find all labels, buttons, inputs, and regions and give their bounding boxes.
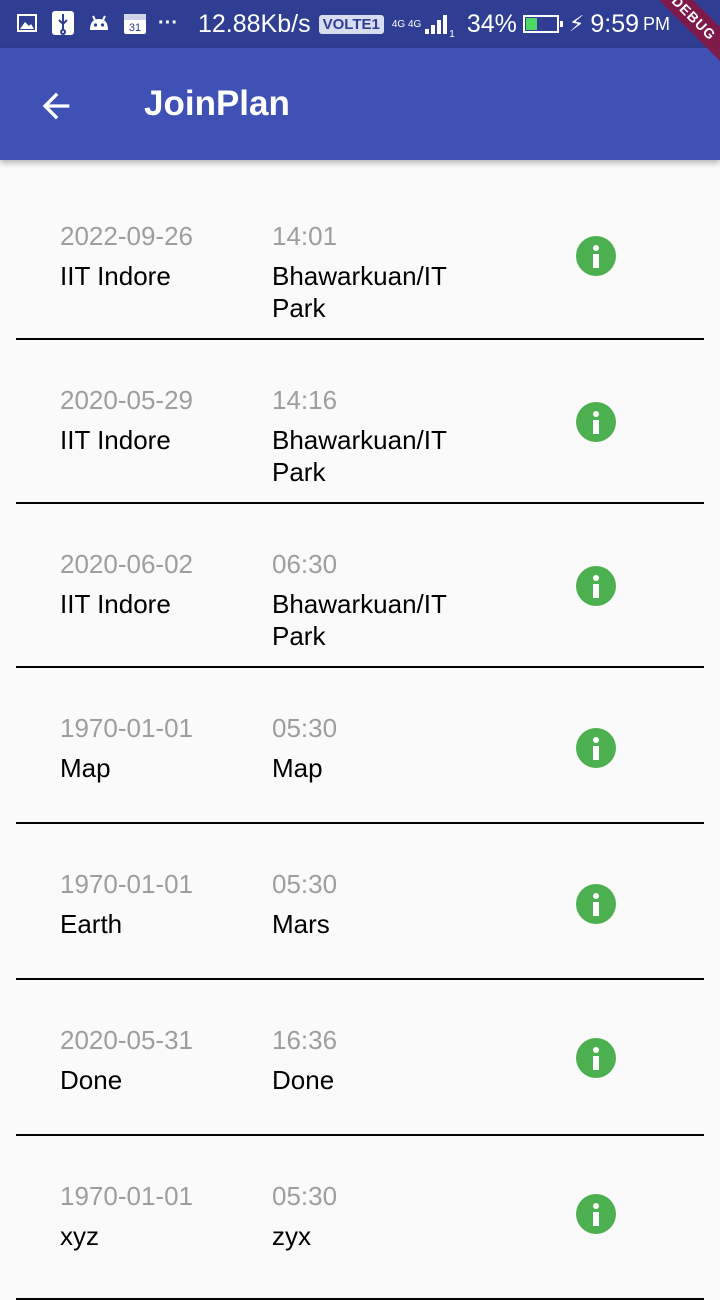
info-icon[interactable] bbox=[576, 566, 616, 606]
battery-level bbox=[525, 18, 537, 30]
svg-text:31: 31 bbox=[129, 22, 141, 34]
plan-from-location: IIT Indore bbox=[60, 589, 171, 619]
plan-from-location: Map bbox=[60, 753, 111, 783]
plan-from-location: IIT Indore bbox=[60, 261, 171, 291]
plan-row[interactable]: 2020-05-29 14:16 IIT Indore Bhawarkuan/IT P… bbox=[16, 384, 704, 504]
info-icon[interactable] bbox=[576, 1194, 616, 1234]
plan-to-location: Bhawarkuan/IT Park bbox=[272, 425, 447, 487]
plan-date: 1970-01-01 bbox=[60, 713, 193, 743]
plan-from-location: Earth bbox=[60, 909, 123, 939]
info-icon[interactable] bbox=[576, 236, 616, 276]
notification-icons: 31 ··· bbox=[14, 10, 178, 36]
plan-row[interactable]: 1970-01-01 05:30 Map Map bbox=[16, 712, 704, 824]
plan-date: 1970-01-01 bbox=[60, 1181, 193, 1211]
status-indicators: 12.88Kb/s VOLTE1 4G 4G 1 34% ⚡ 9:59 PM bbox=[198, 8, 671, 41]
plan-time: 14:16 bbox=[272, 385, 338, 415]
info-icon[interactable] bbox=[576, 728, 616, 768]
volte-badge: VOLTE1 bbox=[318, 14, 384, 34]
sim-slot: 1 bbox=[449, 29, 455, 40]
plan-to-location: Bhawarkuan/IT Park bbox=[272, 261, 447, 323]
clock-ampm: PM bbox=[643, 13, 671, 34]
plan-from-location: IIT Indore bbox=[60, 425, 171, 455]
plan-to-location: Map bbox=[272, 753, 323, 783]
battery-percent: 34% bbox=[466, 9, 517, 38]
charging-icon: ⚡ bbox=[568, 11, 585, 36]
plan-row[interactable]: 2020-05-31 16:36 Done Done bbox=[16, 1024, 704, 1136]
plan-time: 14:01 bbox=[272, 221, 338, 251]
android-icon bbox=[86, 10, 112, 36]
plan-time: 05:30 bbox=[272, 1181, 338, 1211]
plan-row[interactable]: 1970-01-01 05:30 xyz zyx bbox=[16, 1180, 704, 1300]
plan-row[interactable]: 1970-01-01 05:30 Earth Mars bbox=[16, 868, 704, 980]
battery-icon bbox=[522, 15, 563, 33]
image-icon bbox=[14, 10, 40, 36]
arrow-back-icon bbox=[42, 92, 70, 120]
signal-icon bbox=[425, 14, 448, 34]
app-bar: JoinPlan bbox=[0, 48, 720, 160]
status-bar: 31 ··· 12.88Kb/s VOLTE1 4G 4G 1 34% ⚡ 9:… bbox=[0, 0, 720, 48]
network-type: 4G 4G bbox=[391, 18, 422, 30]
more-notifications-icon: ··· bbox=[158, 12, 178, 34]
plan-from-location: xyz bbox=[60, 1221, 99, 1251]
plan-time: 05:30 bbox=[272, 869, 338, 899]
plan-row[interactable]: 2022-09-26 14:01 IIT Indore Bhawarkuan/IT P… bbox=[16, 220, 704, 340]
plan-to-location: Bhawarkuan/IT Park bbox=[272, 589, 447, 651]
info-icon[interactable] bbox=[576, 402, 616, 442]
clock: 9:59 bbox=[590, 9, 640, 38]
info-icon[interactable] bbox=[576, 1038, 616, 1078]
page-title: JoinPlan bbox=[144, 84, 290, 123]
plan-from-location: Done bbox=[60, 1065, 123, 1095]
plan-time: 06:30 bbox=[272, 549, 338, 579]
plan-date: 2020-05-29 bbox=[60, 385, 193, 415]
plan-row[interactable]: 2020-06-02 06:30 IIT Indore Bhawarkuan/IT P… bbox=[16, 548, 704, 668]
plan-time: 16:36 bbox=[272, 1025, 338, 1055]
plan-date: 2020-05-31 bbox=[60, 1025, 193, 1055]
plan-to-location: Done bbox=[272, 1065, 335, 1095]
back-button[interactable] bbox=[30, 80, 82, 132]
info-icon[interactable] bbox=[576, 884, 616, 924]
plan-date: 2022-09-26 bbox=[60, 221, 193, 251]
plan-date: 2020-06-02 bbox=[60, 549, 193, 579]
net-speed: 12.88Kb/s bbox=[198, 9, 311, 38]
calendar-icon: 31 bbox=[122, 10, 148, 36]
plan-date: 1970-01-01 bbox=[60, 869, 193, 899]
plan-time: 05:30 bbox=[272, 713, 338, 743]
usb-icon bbox=[50, 10, 76, 36]
plan-to-location: zyx bbox=[272, 1221, 311, 1251]
plan-to-location: Mars bbox=[272, 909, 330, 939]
